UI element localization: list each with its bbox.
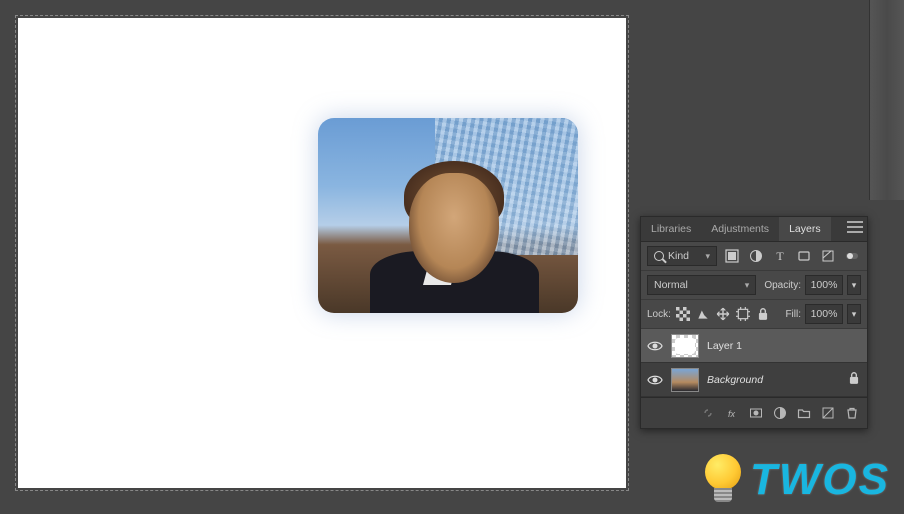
layer-style-icon[interactable]: fx [723,404,741,422]
layer-filter-row: Kind ▾ T [641,242,867,271]
filter-shape-icon[interactable] [795,247,813,265]
blend-mode-row: Normal ▾ Opacity: 100% ▾ [641,271,867,300]
filter-kind-select[interactable]: Kind ▾ [647,246,717,266]
fill-chevron[interactable]: ▾ [847,304,861,324]
filter-label: Kind [668,250,689,262]
fill-value[interactable]: 100% [805,304,843,324]
panel-footer: fx [641,397,867,428]
photo-content [318,118,578,313]
layer-mask-icon[interactable] [747,404,765,422]
lightbulb-icon [702,452,744,508]
svg-text:T: T [776,249,784,263]
visibility-eye-icon[interactable] [647,338,663,354]
tab-layers[interactable]: Layers [779,217,831,241]
app-right-sidebar [869,0,904,200]
workspace: Libraries Adjustments Layers Kind ▾ T No… [0,0,904,514]
layer-name-label[interactable]: Background [707,374,839,386]
filter-toggle-switch[interactable] [843,247,861,265]
lock-label: Lock: [647,309,671,320]
filter-type-icon[interactable]: T [771,247,789,265]
delete-layer-icon[interactable] [843,404,861,422]
filter-pixel-icon[interactable] [723,247,741,265]
lock-artboard-icon[interactable] [735,305,751,323]
lock-icon[interactable] [847,371,861,388]
opacity-label: Opacity: [764,280,801,291]
search-icon [654,251,664,261]
watermark-text: TWOS [750,455,890,505]
layer-name-label[interactable]: Layer 1 [707,340,861,352]
layer-row[interactable]: Background [641,363,867,397]
layer-thumbnail[interactable] [671,368,699,392]
lock-image-icon[interactable] [695,305,711,323]
lock-transparency-icon[interactable] [675,305,691,323]
lock-row: Lock: Fill: 100% ▾ [641,300,867,329]
pasted-selection[interactable] [318,118,578,313]
opacity-value[interactable]: 100% [805,275,843,295]
layer-thumbnail[interactable] [671,334,699,358]
chevron-down-icon: ▾ [745,280,750,291]
panel-tabs: Libraries Adjustments Layers [641,217,867,242]
visibility-eye-icon[interactable] [647,372,663,388]
new-layer-icon[interactable] [819,404,837,422]
blend-mode-value: Normal [654,279,688,291]
adjustment-layer-icon[interactable] [771,404,789,422]
layers-panel: Libraries Adjustments Layers Kind ▾ T No… [640,216,868,429]
tab-libraries[interactable]: Libraries [641,217,701,241]
blend-mode-select[interactable]: Normal ▾ [647,275,756,295]
filter-smartobject-icon[interactable] [819,247,837,265]
layer-row[interactable]: Layer 1 [641,329,867,363]
group-layers-icon[interactable] [795,404,813,422]
layers-list: Layer 1 Background [641,329,867,397]
lock-position-icon[interactable] [715,305,731,323]
opacity-chevron[interactable]: ▾ [847,275,861,295]
tab-adjustments[interactable]: Adjustments [701,217,779,241]
link-layers-icon[interactable] [699,404,717,422]
lock-all-icon[interactable] [755,305,771,323]
svg-text:fx: fx [728,409,736,419]
panel-menu-icon[interactable] [847,221,863,233]
filter-adjustment-icon[interactable] [747,247,765,265]
chevron-down-icon: ▾ [705,251,710,262]
document-canvas[interactable] [18,18,626,488]
fill-label: Fill: [785,309,801,320]
watermark-logo: TWOS [702,452,890,508]
